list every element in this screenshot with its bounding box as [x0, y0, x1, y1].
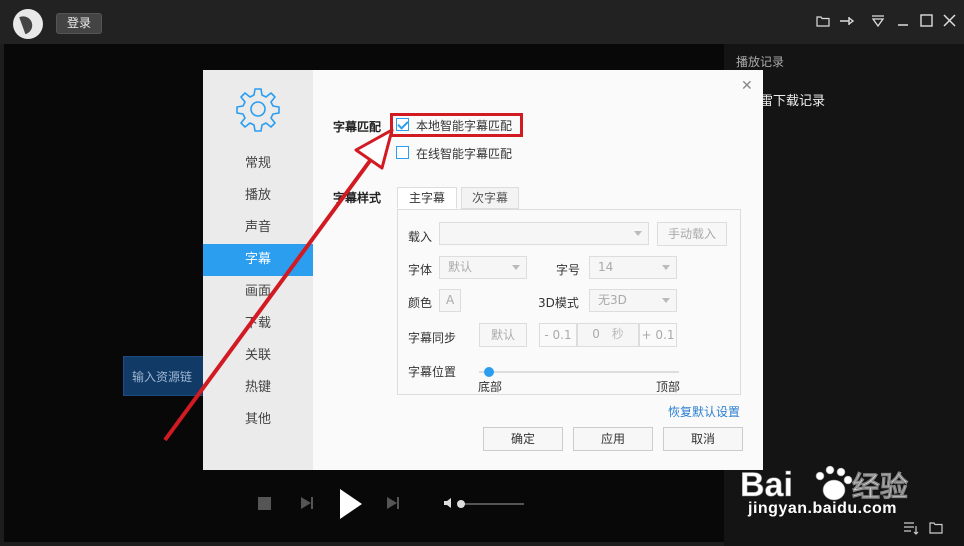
sync-unit: 秒 — [611, 327, 624, 341]
mode3d-label: 3D模式 — [538, 296, 579, 310]
sync-value-input[interactable]: 0 秒 — [577, 323, 639, 347]
manual-load-button[interactable]: 手动载入 — [657, 222, 727, 246]
list-icon[interactable] — [903, 521, 919, 538]
nav-item-2[interactable]: 声音 — [203, 212, 313, 244]
app-logo — [13, 9, 43, 39]
dropdown-menu-icon[interactable] — [869, 14, 887, 32]
position-top-label: 顶部 — [656, 380, 681, 394]
nav-item-8[interactable]: 其他 — [203, 404, 313, 436]
color-label: 颜色 — [408, 296, 433, 310]
panel-footer — [724, 514, 964, 546]
font-value: 默认 — [448, 260, 473, 274]
chevron-down-icon — [512, 265, 520, 270]
sync-minus-button[interactable]: - 0.1 — [539, 323, 577, 347]
font-label: 字体 — [408, 263, 433, 277]
history-item[interactable]: 雷下载记录 — [760, 90, 825, 109]
sync-label: 字幕同步 — [408, 331, 457, 345]
chevron-down-icon — [662, 265, 670, 270]
load-label: 载入 — [408, 230, 433, 244]
online-match-label[interactable]: 在线智能字幕匹配 — [416, 145, 512, 162]
mode3d-select[interactable]: 无3D — [589, 289, 677, 312]
login-button[interactable]: 登录 — [56, 13, 102, 34]
resource-url-input[interactable]: 输入资源链 — [123, 356, 213, 396]
settings-dialog: ✕ 字幕匹配 本地智能字幕匹配 在线智能字幕匹配 字幕样式 主字幕 次字幕 载入… — [203, 70, 763, 470]
volume-slider-knob[interactable] — [457, 500, 465, 508]
position-slider[interactable] — [479, 371, 679, 373]
nav-item-3[interactable]: 字幕 — [203, 244, 313, 276]
sync-value: 0 — [592, 327, 600, 341]
position-bottom-label: 底部 — [478, 380, 503, 394]
svg-text:Bai: Bai — [740, 466, 793, 504]
cancel-button[interactable]: 取消 — [663, 427, 743, 451]
nav-item-7[interactable]: 热键 — [203, 372, 313, 404]
gear-icon — [235, 86, 281, 132]
ok-button[interactable]: 确定 — [483, 427, 563, 451]
online-match-checkbox[interactable] — [396, 146, 409, 159]
minimize-icon[interactable] — [894, 14, 912, 32]
chevron-down-icon — [662, 298, 670, 303]
nav-item-1[interactable]: 播放 — [203, 180, 313, 212]
font-select[interactable]: 默认 — [439, 256, 527, 279]
color-picker[interactable]: A — [439, 289, 461, 312]
sync-plus-button[interactable]: + 0.1 — [639, 323, 677, 347]
size-label: 字号 — [556, 263, 581, 277]
volume-slider[interactable] — [458, 503, 524, 505]
reset-defaults-link[interactable]: 恢复默认设置 — [668, 403, 740, 420]
subtitle-match-label: 字幕匹配 — [333, 120, 382, 134]
apply-button[interactable]: 应用 — [573, 427, 653, 451]
size-select[interactable]: 14 — [589, 256, 677, 279]
tab-main-subtitle[interactable]: 主字幕 — [397, 187, 457, 209]
chevron-down-icon — [634, 231, 642, 236]
volume-icon[interactable] — [443, 497, 455, 512]
highlight-box — [390, 113, 523, 137]
maximize-icon[interactable] — [917, 14, 935, 32]
sync-default-button[interactable]: 默认 — [479, 323, 527, 347]
previous-icon[interactable] — [300, 496, 314, 513]
pin-icon[interactable] — [838, 14, 856, 32]
nav-item-4[interactable]: 画面 — [203, 276, 313, 308]
load-select[interactable] — [439, 222, 649, 245]
next-icon[interactable] — [386, 496, 400, 513]
open-folder-icon[interactable] — [929, 521, 944, 537]
subtitle-style-label: 字幕样式 — [333, 191, 382, 205]
nav-item-5[interactable]: 下载 — [203, 308, 313, 340]
nav-item-6[interactable]: 关联 — [203, 340, 313, 372]
play-icon[interactable] — [338, 488, 364, 520]
position-slider-knob[interactable] — [484, 367, 494, 377]
dialog-close-icon[interactable]: ✕ — [741, 78, 753, 94]
close-icon[interactable] — [940, 14, 958, 32]
svg-text:经验: 经验 — [852, 470, 908, 503]
history-title: 播放记录 — [736, 55, 785, 69]
size-value: 14 — [598, 260, 614, 274]
tab-secondary-subtitle[interactable]: 次字幕 — [461, 187, 519, 209]
folder-icon[interactable] — [814, 14, 832, 32]
watermark-url: jingyan.baidu.com — [748, 500, 897, 517]
stop-icon[interactable] — [258, 497, 271, 513]
position-label: 字幕位置 — [408, 365, 457, 379]
mode3d-value: 无3D — [598, 293, 627, 307]
nav-item-0[interactable]: 常规 — [203, 148, 313, 180]
